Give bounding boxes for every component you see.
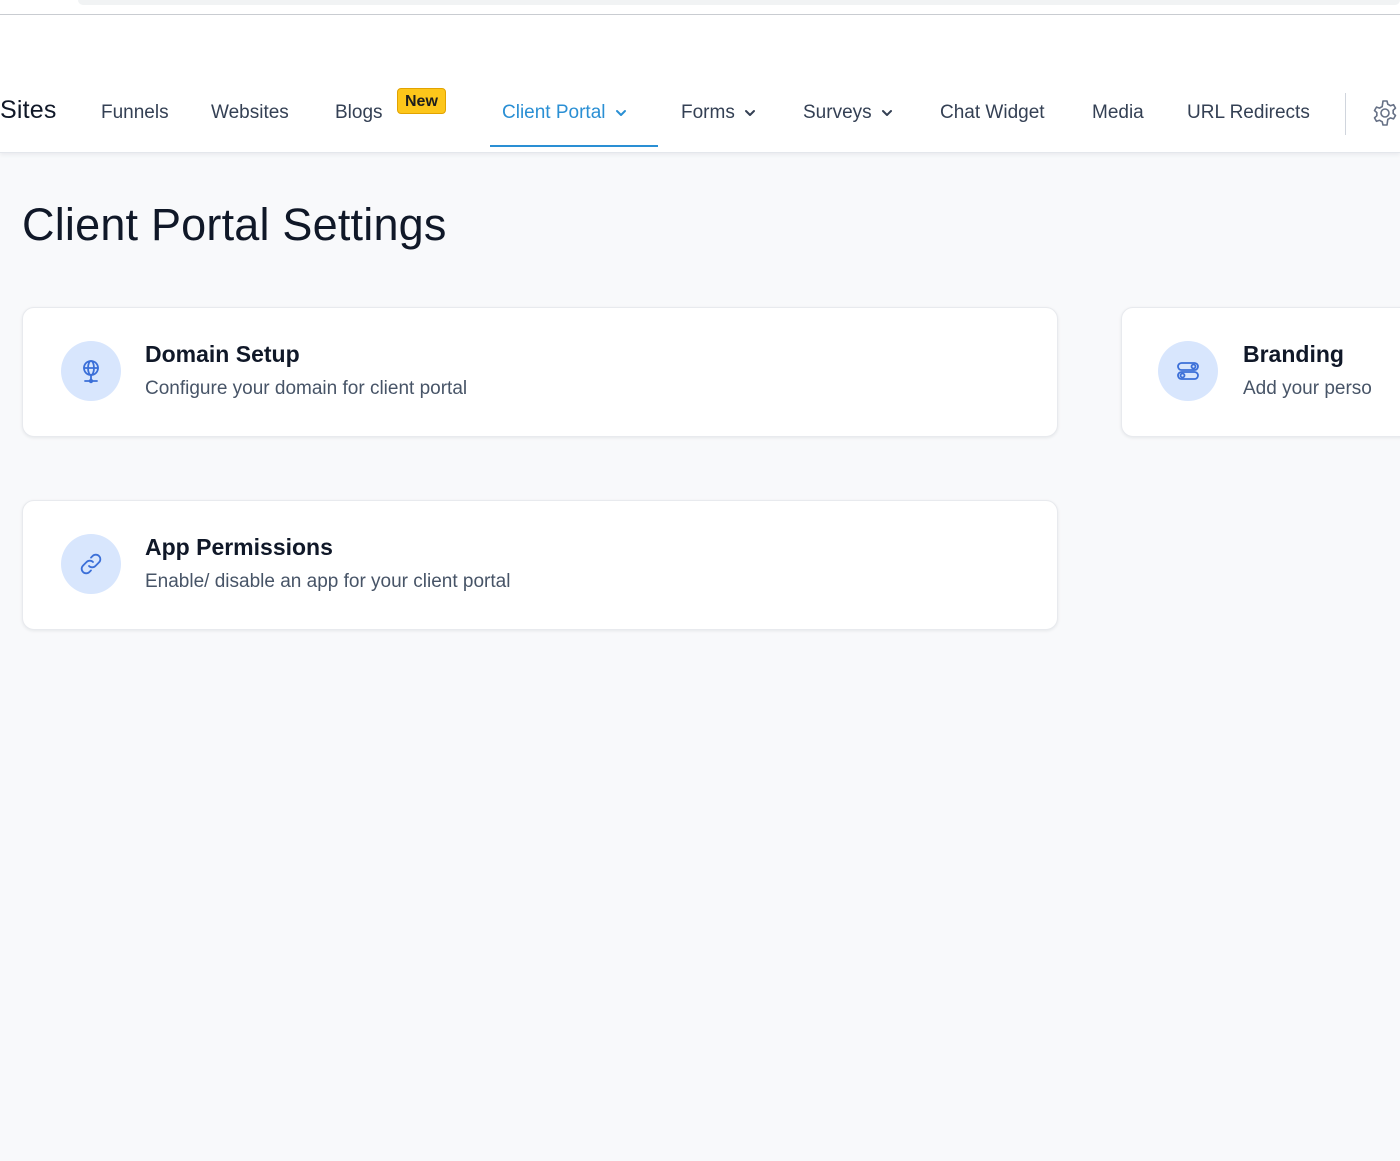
nav-item-client-portal[interactable]: Client Portal (502, 102, 628, 124)
nav-item-chat-widget[interactable]: Chat Widget (940, 102, 1045, 124)
card-description: Add your perso (1243, 378, 1372, 399)
toggle-icon (1177, 362, 1199, 380)
domain-setup-icon-container (61, 341, 121, 401)
browser-bar (0, 0, 1400, 15)
nav-item-media[interactable]: Media (1092, 102, 1144, 124)
nav-item-label: Websites (211, 102, 289, 123)
top-navigation-bar: Sites Funnels Websites Blogs New Client … (0, 0, 1400, 153)
nav-item-label: Client Portal (502, 102, 606, 123)
nav-item-label: Chat Widget (940, 102, 1045, 123)
branding-card[interactable]: Branding Add your perso (1121, 307, 1400, 437)
card-description: Configure your domain for client portal (145, 378, 468, 399)
nav-item-url-redirects[interactable]: URL Redirects (1187, 102, 1310, 124)
branding-icon-container (1158, 341, 1218, 401)
chevron-down-icon (744, 110, 755, 116)
app-permissions-icon-container (61, 534, 121, 594)
nav-item-label: URL Redirects (1187, 102, 1310, 123)
nav-item-label: Media (1092, 102, 1144, 123)
nav-item-websites[interactable]: Websites (211, 102, 289, 124)
card-title: App Permissions (145, 534, 333, 560)
nav-item-blogs[interactable]: Blogs (335, 102, 383, 124)
nav-item-surveys[interactable]: Surveys (803, 102, 894, 124)
active-tab-indicator (490, 145, 658, 147)
nav-divider (1345, 93, 1346, 135)
nav-item-label: Blogs (335, 102, 383, 123)
chevron-down-icon (881, 110, 892, 116)
card-title: Branding (1243, 341, 1344, 367)
nav-item-label: Surveys (803, 102, 872, 123)
nav-brand: Sites (0, 96, 57, 124)
link-icon (80, 553, 102, 575)
nav-item-forms[interactable]: Forms (681, 102, 757, 124)
browser-address-field[interactable] (78, 0, 1400, 5)
page-title: Client Portal Settings (22, 199, 447, 250)
nav-item-label: Forms (681, 102, 735, 123)
chevron-down-icon (615, 110, 626, 116)
new-badge: New (397, 88, 446, 114)
app-root: Sites Funnels Websites Blogs New Client … (0, 0, 1400, 1161)
nav-item-funnels[interactable]: Funnels (101, 102, 169, 124)
gear-icon[interactable] (1370, 98, 1400, 128)
domain-setup-card[interactable]: Domain Setup Configure your domain for c… (22, 307, 1058, 437)
app-permissions-card[interactable]: App Permissions Enable/ disable an app f… (22, 500, 1058, 630)
nav-item-label: Funnels (101, 102, 169, 123)
card-description: Enable/ disable an app for your client p… (145, 571, 511, 592)
card-title: Domain Setup (145, 341, 300, 367)
globe-icon (83, 360, 99, 384)
